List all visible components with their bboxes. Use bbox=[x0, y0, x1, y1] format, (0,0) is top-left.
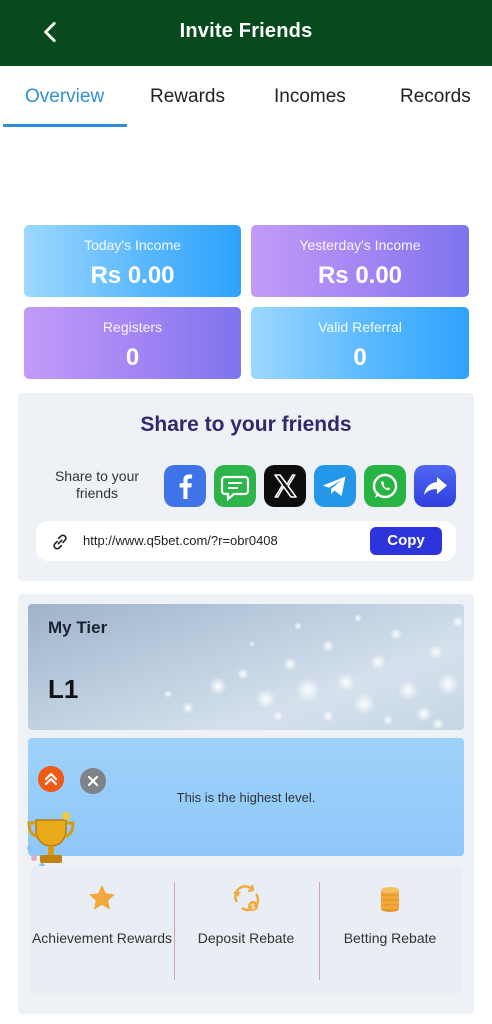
yesterday-income-value: Rs 0.00 bbox=[317, 262, 403, 289]
tier-level: L1 bbox=[48, 674, 79, 704]
yesterday-income-label: Yesterday's Income bbox=[299, 237, 421, 253]
today-income-label: Today's Income bbox=[84, 237, 181, 253]
sms-icon[interactable] bbox=[214, 465, 256, 507]
tab-overview[interactable]: Overview bbox=[25, 86, 104, 108]
share-subtitle: Share to your friends bbox=[54, 468, 140, 501]
betting-rebate-item[interactable]: Betting Rebate bbox=[318, 866, 462, 994]
tab-incomes[interactable]: Incomes bbox=[274, 86, 346, 108]
facebook-icon[interactable] bbox=[164, 465, 206, 507]
share-forward-icon[interactable] bbox=[414, 465, 456, 507]
page-title: Invite Friends bbox=[179, 20, 313, 42]
close-icon[interactable] bbox=[80, 768, 106, 794]
tab-rewards[interactable]: Rewards bbox=[150, 86, 225, 108]
deposit-rebate-label: Deposit Rebate bbox=[197, 930, 295, 946]
star-icon bbox=[89, 885, 115, 910]
today-income-value: Rs 0.00 bbox=[90, 262, 175, 289]
invite-link-box: http://www.q5bet.com/?r=obr0408 Copy bbox=[36, 521, 456, 561]
registers-label: Registers bbox=[102, 319, 163, 335]
tier-panel: My Tier L1 This is the highest level. Ac… bbox=[18, 594, 474, 1014]
achievement-rewards-label: Achievement Rewards bbox=[31, 930, 173, 946]
app-header: Invite Friends bbox=[0, 0, 492, 66]
copy-button[interactable]: Copy bbox=[370, 527, 442, 555]
today-income-card: Today's Income Rs 0.00 bbox=[24, 225, 241, 297]
achievement-rewards-item[interactable]: Achievement Rewards bbox=[30, 866, 174, 994]
tab-records[interactable]: Records bbox=[400, 86, 471, 108]
share-title: Share to your friends bbox=[140, 413, 352, 436]
x-twitter-icon[interactable] bbox=[264, 465, 306, 507]
tier-title: My Tier bbox=[48, 618, 108, 637]
rebate-options: Achievement Rewards $ Deposit Rebate Bet… bbox=[30, 866, 462, 994]
telegram-icon[interactable] bbox=[314, 465, 356, 507]
yesterday-income-card: Yesterday's Income Rs 0.00 bbox=[251, 225, 469, 297]
invite-link-text: http://www.q5bet.com/?r=obr0408 bbox=[83, 533, 278, 548]
share-panel: Share to your friends Share to your frie… bbox=[18, 393, 474, 581]
valid-referral-value: 0 bbox=[353, 344, 367, 371]
coin-stack-icon bbox=[381, 887, 399, 912]
valid-referral-label: Valid Referral bbox=[318, 319, 402, 335]
svg-text:$: $ bbox=[250, 902, 255, 911]
deposit-rebate-item[interactable]: $ Deposit Rebate bbox=[174, 866, 318, 994]
valid-referral-card: Valid Referral 0 bbox=[251, 307, 469, 379]
active-tab-indicator bbox=[3, 124, 127, 127]
registers-value: 0 bbox=[125, 344, 140, 371]
deposit-rebate-icon: $ bbox=[233, 884, 260, 912]
tab-bar: Overview Rewards Incomes Records bbox=[0, 66, 492, 128]
link-icon bbox=[53, 534, 67, 550]
level-up-icon[interactable] bbox=[38, 766, 64, 792]
whatsapp-icon[interactable] bbox=[364, 465, 406, 507]
tier-message-box: This is the highest level. bbox=[28, 738, 464, 856]
trophy-icon bbox=[27, 812, 75, 869]
tier-banner: My Tier L1 bbox=[28, 604, 464, 730]
betting-rebate-label: Betting Rebate bbox=[343, 930, 437, 946]
registers-card: Registers 0 bbox=[24, 307, 241, 379]
